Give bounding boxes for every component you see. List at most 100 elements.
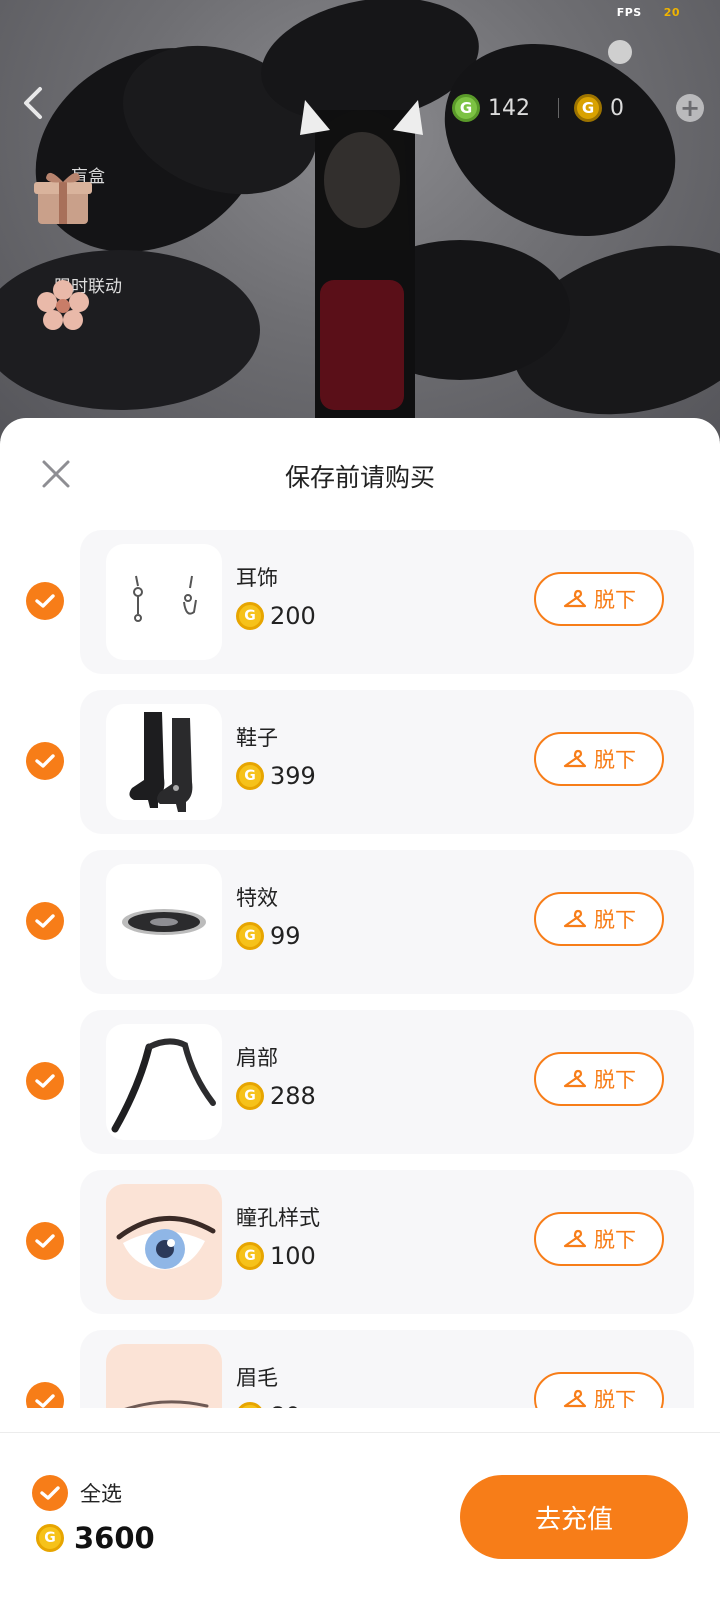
item-price-value: 200 <box>270 602 316 630</box>
green-currency-value: 142 <box>488 95 530 121</box>
item-card: 肩部 G 288 脱下 <box>80 1010 694 1154</box>
item-checkbox[interactable] <box>26 902 64 940</box>
item-price-value: 80 <box>270 1402 301 1408</box>
take-off-label: 脱下 <box>594 588 636 612</box>
item-price-value: 288 <box>270 1082 316 1110</box>
take-off-button[interactable]: 脱下 <box>534 572 664 626</box>
gift-box-icon <box>34 172 92 224</box>
gold-coin-icon: G <box>236 1402 264 1408</box>
currency-divider <box>558 98 559 118</box>
take-off-label: 脱下 <box>594 1068 636 1092</box>
list-item: 鞋子 G 399 脱下 <box>0 690 720 834</box>
item-price: G 80 <box>236 1402 301 1408</box>
item-name: 特效 <box>236 886 278 910</box>
blind-box-entry[interactable]: 盲盒 <box>28 162 148 224</box>
item-name: 眉毛 <box>236 1366 278 1390</box>
list-item: 耳饰 G 200 脱下 <box>0 530 720 674</box>
gold-coin-icon: G <box>36 1524 64 1552</box>
hanger-icon <box>563 1389 587 1408</box>
fps-label: FPS <box>616 6 642 19</box>
item-price-value: 99 <box>270 922 301 950</box>
item-name: 鞋子 <box>236 726 278 750</box>
take-off-label: 脱下 <box>594 908 636 932</box>
item-card: 瞳孔样式 G 100 脱下 <box>80 1170 694 1314</box>
green-coin-icon: G <box>452 94 480 122</box>
total-price: G 3600 <box>36 1521 155 1555</box>
avatar-scene: FPS 20 G 142 G 0 + 盲盒 限时联动 <box>0 0 720 440</box>
item-price: G 288 <box>236 1082 316 1110</box>
item-checkbox[interactable] <box>26 1222 64 1260</box>
hanger-icon <box>563 1069 587 1088</box>
list-item: 眉毛 G 80 脱下 <box>0 1330 720 1408</box>
checkmark-icon <box>35 1394 55 1408</box>
item-thumbnail <box>106 544 222 660</box>
item-card: 眉毛 G 80 脱下 <box>80 1330 694 1408</box>
item-checkbox[interactable] <box>26 1062 64 1100</box>
gold-coin-icon: G <box>236 1082 264 1110</box>
boots-icon <box>129 712 193 812</box>
fps-value: 20 <box>663 6 680 19</box>
item-price-value: 100 <box>270 1242 316 1270</box>
checkmark-icon <box>35 1074 55 1088</box>
item-name: 瞳孔样式 <box>236 1206 320 1230</box>
hanger-icon <box>563 749 587 768</box>
gold-coin-icon: G <box>236 602 264 630</box>
fps-counter: FPS 20 <box>617 6 680 19</box>
gold-coin-icon: G <box>574 94 602 122</box>
checkout-bar: 全选 G 3600 去充值 <box>0 1432 720 1600</box>
item-checkbox[interactable] <box>26 742 64 780</box>
hanger-icon <box>563 909 587 928</box>
item-price: G 399 <box>236 762 316 790</box>
checkmark-icon <box>35 1234 55 1248</box>
gold-coin-icon: G <box>236 1242 264 1270</box>
flower-icon <box>37 280 89 330</box>
take-off-button[interactable]: 脱下 <box>534 892 664 946</box>
list-item: 肩部 G 288 脱下 <box>0 1010 720 1154</box>
back-button[interactable] <box>22 86 58 130</box>
add-currency-button[interactable]: + <box>676 94 704 122</box>
item-price: G 200 <box>236 602 316 630</box>
item-card: 鞋子 G 399 脱下 <box>80 690 694 834</box>
avatar-tails-illustration <box>0 0 720 440</box>
take-off-label: 脱下 <box>594 748 636 772</box>
item-thumbnail <box>106 1184 222 1300</box>
total-price-value: 3600 <box>74 1521 155 1555</box>
item-name: 耳饰 <box>236 566 278 590</box>
select-all-toggle[interactable]: 全选 <box>32 1475 122 1511</box>
take-off-label: 脱下 <box>594 1388 636 1408</box>
item-thumbnail <box>106 864 222 980</box>
item-name: 肩部 <box>236 1046 278 1070</box>
gold-currency-balance: G 0 <box>574 90 624 126</box>
item-price: G 100 <box>236 1242 316 1270</box>
item-card: 特效 G 99 脱下 <box>80 850 694 994</box>
item-price-value: 399 <box>270 762 316 790</box>
hanger-icon <box>563 1229 587 1248</box>
take-off-button[interactable]: 脱下 <box>534 732 664 786</box>
checkmark-icon <box>35 754 55 768</box>
earring-icon <box>133 575 197 622</box>
item-checkbox[interactable] <box>26 582 64 620</box>
list-item: 特效 G 99 脱下 <box>0 850 720 994</box>
checkmark-icon <box>40 1486 60 1500</box>
purchase-sheet: 保存前请购买 耳饰 G 200 脱下 鞋子 G 399 脱下 特效 G 99 脱… <box>0 418 720 1600</box>
hanger-icon <box>563 589 587 608</box>
checkmark-icon <box>35 594 55 608</box>
item-thumbnail <box>106 704 222 820</box>
green-currency-balance: G 142 <box>452 90 530 126</box>
take-off-button[interactable]: 脱下 <box>534 1372 664 1408</box>
eye-icon <box>116 1215 216 1270</box>
take-off-button[interactable]: 脱下 <box>534 1052 664 1106</box>
chevron-left-icon <box>24 87 42 119</box>
checkmark-icon <box>35 914 55 928</box>
gold-coin-icon: G <box>236 762 264 790</box>
plus-icon: + <box>679 94 701 122</box>
item-list[interactable]: 耳饰 G 200 脱下 鞋子 G 399 脱下 特效 G 99 脱下 肩部 G … <box>0 530 720 1408</box>
effect-ring-icon <box>122 909 206 935</box>
select-all-checkbox[interactable] <box>32 1475 68 1511</box>
list-item: 瞳孔样式 G 100 脱下 <box>0 1170 720 1314</box>
item-card: 耳饰 G 200 脱下 <box>80 530 694 674</box>
limited-collab-entry[interactable]: 限时联动 <box>28 272 148 330</box>
take-off-button[interactable]: 脱下 <box>534 1212 664 1266</box>
recharge-button[interactable]: 去充值 <box>460 1475 688 1559</box>
item-checkbox[interactable] <box>26 1382 64 1408</box>
